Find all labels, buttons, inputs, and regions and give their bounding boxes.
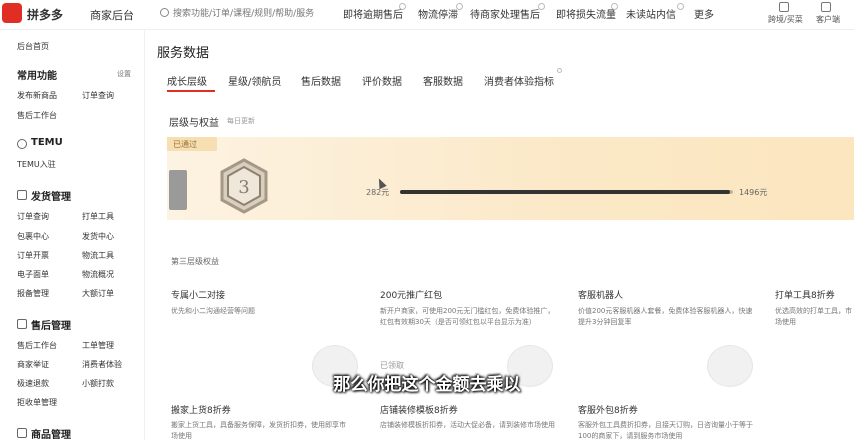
level-title: 层级与权益 [169,118,219,129]
benefit-card-desc: 优先和小二沟通经营等问题 [171,307,255,315]
client-link[interactable]: 客户端 [816,14,840,25]
brand-name: 拼多多 [27,8,64,22]
notification-dot [611,3,618,10]
benefit-card-desc: 搬家上货工具，具备服务保障，发货折扣券，使用即享市场使用 [171,421,346,440]
sidebar-item-aftersale-desk[interactable]: 售后工作台 [17,110,57,121]
sidebar-item[interactable]: 物流概况 [82,269,114,280]
benefit-card-title[interactable]: 客服外包8折券 [578,403,638,416]
sidebar-section-temu: TEMU [31,137,63,148]
sidebar-item[interactable]: 包裹中心 [17,231,49,242]
benefit-card-title[interactable]: 搬家上货8折券 [171,403,231,416]
shield-icon [17,319,27,329]
sidebar-item[interactable]: 电子面单 [17,269,49,280]
benefit-card-title[interactable]: 店铺装修模板8折券 [380,403,458,416]
sidebar-section-goods: 商品管理 [31,430,71,441]
sidebar-item-publish[interactable]: 发布新商品 [17,90,57,101]
tab-consumer-experience[interactable]: 消费者体验指标 [484,73,554,88]
notification-dot [456,3,463,10]
notification-dot [399,3,406,10]
sidebar-item[interactable]: 售后工作台 [17,340,57,351]
nav-pending-aftersale[interactable]: 待商家处理售后 [470,6,540,21]
brand-subtitle: 商家后台 [90,9,134,22]
benefit-card-title[interactable]: 打单工具8折券 [775,288,835,301]
active-tab-indicator [167,90,215,92]
sidebar-item[interactable]: 订单开票 [17,250,49,261]
nav-logistics-stalled[interactable]: 物流停滞 [418,6,458,21]
sidebar-item[interactable]: 发货中心 [82,231,114,242]
tab-growth-level[interactable]: 成长层级 [167,73,207,88]
progress-start-value: 282元 [366,188,390,197]
progress-end-value: 1496元 [739,188,768,197]
temu-icon [17,139,27,149]
level-hexagon-icon: 3 [220,158,268,214]
benefit-card-desc: 优选高效的打单工具，市场使用 [775,307,852,326]
sidebar-section-common: 常用功能 [17,71,57,82]
passed-badge: 已通过 [167,137,217,151]
benefit-card-desc: 店铺装修模板折扣券，活动大促必备，请到装修市场使用 [380,421,555,429]
top-bar: 拼多多 商家后台 搜索功能/订单/课程/规则/帮助/服务 即将逾期售后 物流停滞… [0,0,854,30]
benefit-card-desc: 新开户商家，可使用200元无门槛红包，免费体验推广，红包有效期30天（是否可领红… [380,307,555,326]
tab-new-dot [557,68,562,73]
sidebar-item[interactable]: 消费者体验 [82,359,122,370]
nav-overdue-aftersale[interactable]: 即将逾期售后 [343,6,403,21]
benefit-card-title[interactable]: 200元推广红包 [380,288,442,301]
progress-fill [400,190,730,194]
pinduoduo-logo[interactable] [2,3,22,23]
sidebar-section-aftersale: 售后管理 [31,321,71,332]
level-note: 每日更新 [227,117,255,125]
benefit-card-title[interactable]: 专属小二对接 [171,288,225,301]
sidebar-item-home[interactable]: 后台首页 [17,41,49,52]
tab-star-pilot[interactable]: 星级/领航员 [228,73,281,88]
tab-review-data[interactable]: 评价数据 [362,73,402,88]
sidebar-item[interactable]: 订单查询 [17,211,49,222]
tab-aftersale-data[interactable]: 售后数据 [301,73,341,88]
sidebar-item-order-query[interactable]: 订单查询 [82,90,114,101]
sidebar-item[interactable]: 报备管理 [17,288,49,299]
level-band [167,137,854,220]
benefit-card-title[interactable]: 客服机器人 [578,288,623,301]
sidebar-item[interactable]: 打单工具 [82,211,114,222]
goods-icon [17,428,27,438]
cross-border-icon[interactable] [779,2,789,12]
sidebar-section-shipping: 发货管理 [31,192,71,203]
page-title: 服务数据 [157,46,210,61]
level-number: 3 [238,177,249,198]
benefit-card-desc: 客服外包工具费折扣券，且接天订购，日咨询量小于等于100的商家下，请到服务市场使… [578,421,753,440]
sidebar-item-temu-join[interactable]: TEMU入驻 [17,159,56,170]
sidebar-item[interactable]: 大额订单 [82,288,114,299]
client-icon[interactable] [821,2,831,12]
notification-dot [677,3,684,10]
nav-unread-messages[interactable]: 未读站内信 [626,6,676,21]
sidebar-item[interactable]: 工单管理 [82,340,114,351]
truck-icon [17,190,27,200]
search-icon[interactable] [160,8,169,17]
cross-border-link[interactable]: 跨境/买菜 [768,14,803,25]
nav-more[interactable]: 更多 [694,6,714,21]
notification-dot [538,3,545,10]
video-subtitle: 那么你把这个金额去乘以 [333,375,521,395]
benefit-card-desc: 价值200元客服机器人套餐，免费体验客服机器人，快速提升3分钟回复率 [578,307,753,326]
sidebar-item[interactable]: 物流工具 [82,250,114,261]
progress-bar [400,190,733,194]
tab-service-data[interactable]: 客服数据 [423,73,463,88]
sidebar-item[interactable]: 商家举证 [17,359,49,370]
scroll-handle[interactable] [169,170,187,210]
nav-losing-traffic[interactable]: 即将损失流量 [556,6,616,21]
sidebar-item[interactable]: 拒收单管理 [17,397,57,408]
search-input[interactable]: 搜索功能/订单/课程/规则/帮助/服务 [173,6,314,19]
sidebar-common-settings[interactable]: 设置 [117,69,131,79]
benefit-title: 第三层级权益 [171,257,219,266]
